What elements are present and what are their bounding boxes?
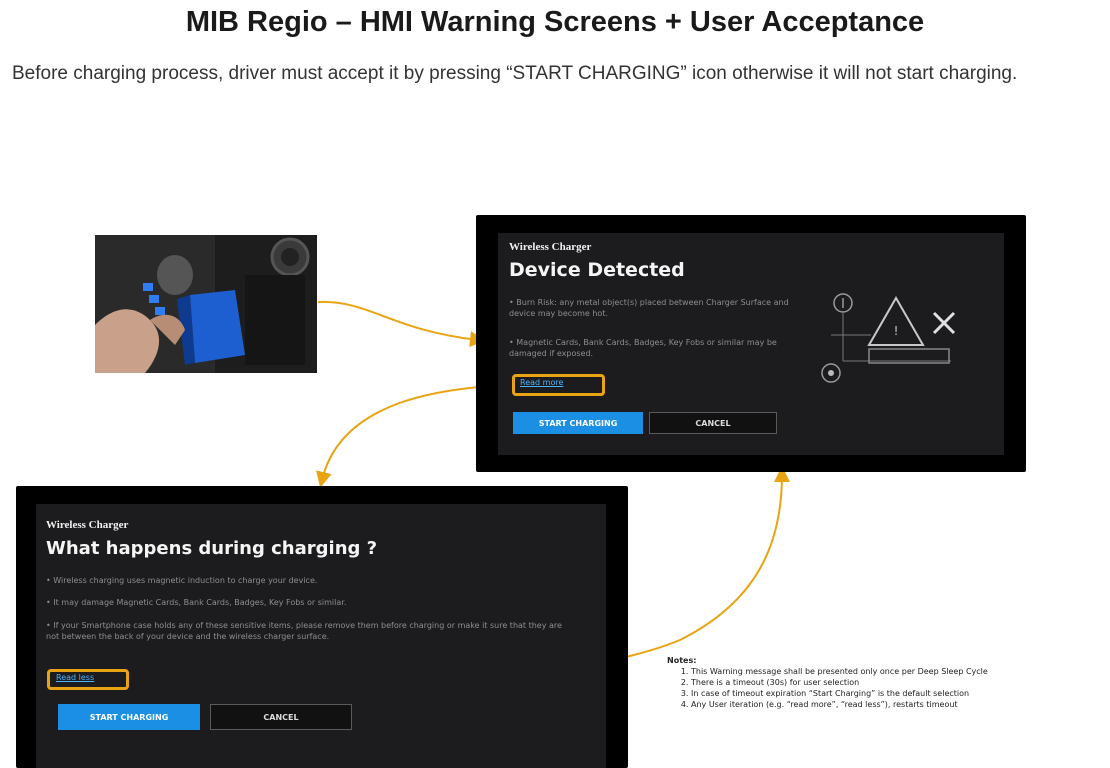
notes-block: Notes: This Warning message shall be pre…	[667, 655, 1097, 710]
start-charging-button[interactable]: START CHARGING	[58, 704, 200, 730]
heat-warning-icon: !	[821, 293, 956, 383]
warning-bullet-burn: • Burn Risk: any metal object(s) placed …	[509, 298, 789, 318]
start-charging-button[interactable]: START CHARGING	[513, 412, 643, 434]
hmi-screen-device-detected: Wireless Charger Device Detected • Burn …	[476, 215, 1026, 472]
slide-title: MIB Regio – HMI Warning Screens + User A…	[185, 6, 925, 38]
info-bullet-remove: • If your Smartphone case holds any of t…	[46, 621, 562, 641]
hmi-screen-what-happens: Wireless Charger What happens during cha…	[16, 486, 628, 768]
screen-big-title: Device Detected	[509, 259, 685, 281]
note-item: There is a timeout (30s) for user select…	[691, 677, 1097, 688]
svg-text:!: !	[894, 324, 899, 338]
cancel-button[interactable]: CANCEL	[210, 704, 352, 730]
info-bullet-induction: • Wireless charging uses magnetic induct…	[46, 576, 318, 585]
info-bullet-damage: • It may damage Magnetic Cards, Bank Car…	[46, 598, 347, 607]
screen-small-title: Wireless Charger	[509, 241, 592, 253]
note-item: In case of timeout expiration “Start Cha…	[691, 688, 1097, 699]
notes-heading: Notes:	[667, 656, 697, 665]
slide-subtitle: Before charging process, driver must acc…	[12, 63, 1018, 84]
warning-bullet-cards: • Magnetic Cards, Bank Cards, Badges, Ke…	[509, 338, 777, 358]
cancel-button[interactable]: CANCEL	[649, 412, 777, 434]
screen-big-title: What happens during charging ?	[46, 538, 378, 559]
screen-small-title: Wireless Charger	[46, 519, 129, 531]
note-item: This Warning message shall be presented …	[691, 666, 1097, 677]
charger-photo	[95, 235, 317, 373]
phone-on-charger-image	[95, 235, 317, 373]
notes-list: This Warning message shall be presented …	[667, 666, 1097, 710]
connector-photo-to-detected	[317, 300, 486, 348]
note-item: Any User iteration (e.g. “read more”, “r…	[691, 699, 1097, 710]
read-more-link[interactable]: Read more	[520, 378, 563, 387]
read-less-link[interactable]: Read less	[56, 673, 94, 682]
